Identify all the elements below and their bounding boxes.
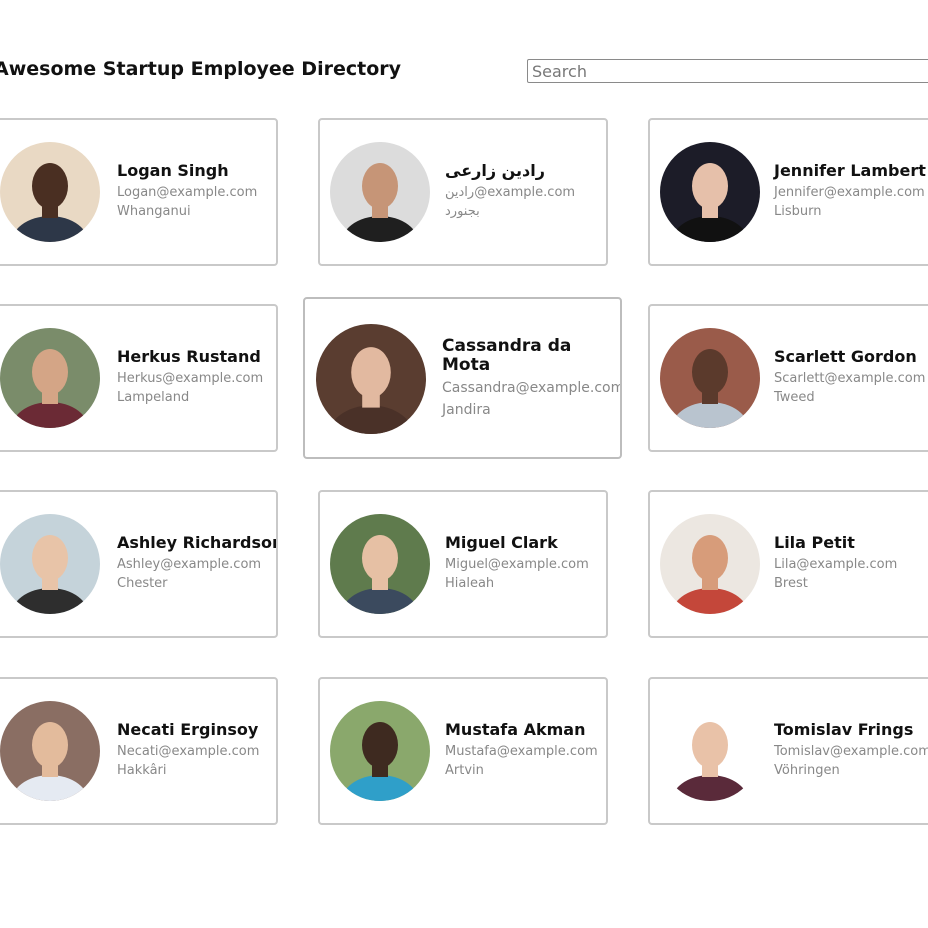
employee-card[interactable]: رادین زارعی رادین@example.com بجنورد <box>318 118 608 266</box>
employee-card[interactable]: Necati Erginsoy Necati@example.com Hakkâ… <box>0 677 278 825</box>
employee-email: Jennifer@example.com <box>774 185 925 200</box>
avatar <box>0 142 100 242</box>
avatar <box>660 514 760 614</box>
employee-city: Chester <box>117 576 168 591</box>
employee-name: Necati Erginsoy <box>117 720 259 739</box>
employee-card[interactable]: Jennifer Lambert Jennifer@example.com Li… <box>648 118 928 266</box>
employee-email: Scarlett@example.com <box>774 371 926 386</box>
page: Awesome Startup Employee Directory Logan… <box>0 0 928 928</box>
employee-card[interactable]: Miguel Clark Miguel@example.com Hialeah <box>318 490 608 638</box>
avatar <box>330 142 430 242</box>
avatar <box>0 514 100 614</box>
employee-name: Tomislav Frings <box>774 720 914 739</box>
employee-name: Logan Singh <box>117 161 229 180</box>
employee-city: Whanganui <box>117 204 191 219</box>
employee-city: Tweed <box>774 390 815 405</box>
employee-name: Ashley Richardson <box>117 533 278 552</box>
avatar <box>660 701 760 801</box>
employee-city: Brest <box>774 576 808 591</box>
employee-name: Herkus Rustand <box>117 347 261 366</box>
employee-card[interactable]: Mustafa Akman Mustafa@example.com Artvin <box>318 677 608 825</box>
employee-name: رادین زارعی <box>445 161 545 180</box>
employee-email: Mustafa@example.com <box>445 744 598 759</box>
employee-email: Herkus@example.com <box>117 371 264 386</box>
employee-city: Artvin <box>445 763 484 778</box>
employee-card[interactable]: Lila Petit Lila@example.com Brest <box>648 490 928 638</box>
employee-card[interactable]: Logan Singh Logan@example.com Whanganui <box>0 118 278 266</box>
employee-email: Cassandra@example.com <box>442 380 622 396</box>
employee-email: Tomislav@example.com <box>774 744 928 759</box>
employee-card[interactable]: Cassandra da Mota Cassandra@example.com … <box>303 297 622 459</box>
employee-city: بجنورد <box>445 204 480 219</box>
employee-city: Lisburn <box>774 204 822 219</box>
employee-email: Ashley@example.com <box>117 557 262 572</box>
employee-email: Lila@example.com <box>774 557 898 572</box>
employee-card[interactable]: Scarlett Gordon Scarlett@example.com Twe… <box>648 304 928 452</box>
employee-city: Hialeah <box>445 576 495 591</box>
employee-email: Logan@example.com <box>117 185 258 200</box>
employee-email: Miguel@example.com <box>445 557 589 572</box>
avatar <box>660 328 760 428</box>
employee-city: Jandira <box>442 402 491 418</box>
avatar <box>0 328 100 428</box>
avatar <box>660 142 760 242</box>
avatar <box>0 701 100 801</box>
employee-email: Necati@example.com <box>117 744 260 759</box>
employee-city: Vöhringen <box>774 763 840 778</box>
employee-email: رادین@example.com <box>445 185 576 200</box>
avatar <box>316 324 426 434</box>
avatar <box>330 514 430 614</box>
page-title: Awesome Startup Employee Directory <box>0 58 401 80</box>
employee-name: Jennifer Lambert <box>774 161 926 180</box>
search-input[interactable] <box>527 59 928 83</box>
employee-name: Lila Petit <box>774 533 855 552</box>
employee-city: Hakkâri <box>117 763 167 778</box>
avatar <box>330 701 430 801</box>
employee-name: Cassandra da Mota <box>442 336 572 375</box>
employee-city: Lampeland <box>117 390 190 405</box>
employee-name: Miguel Clark <box>445 533 558 552</box>
employee-name: Scarlett Gordon <box>774 347 917 366</box>
employee-card[interactable]: Herkus Rustand Herkus@example.com Lampel… <box>0 304 278 452</box>
employee-card[interactable]: Tomislav Frings Tomislav@example.com Vöh… <box>648 677 928 825</box>
employee-name: Mustafa Akman <box>445 720 586 739</box>
employee-card[interactable]: Ashley Richardson Ashley@example.com Che… <box>0 490 278 638</box>
